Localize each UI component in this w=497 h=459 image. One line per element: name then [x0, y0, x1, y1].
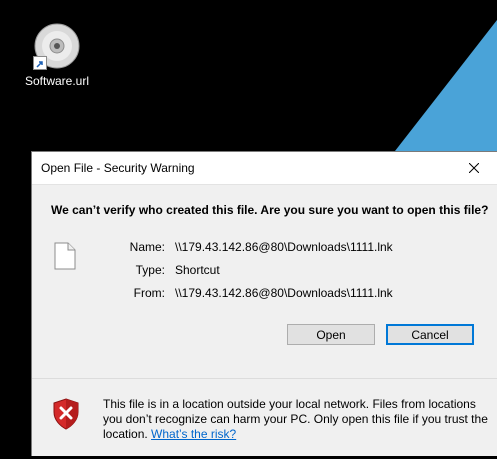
warning-message: This file is in a location outside your … — [103, 397, 488, 442]
desktop-icon-label: Software.url — [24, 74, 90, 88]
from-label: From: — [133, 286, 165, 300]
dialog-question: We can’t verify who created this file. A… — [51, 203, 489, 217]
file-icon — [54, 242, 76, 275]
open-button[interactable]: Open — [287, 324, 375, 345]
type-value: Shortcut — [175, 263, 220, 277]
warning-footer: This file is in a location outside your … — [32, 378, 497, 459]
shield-warning-icon — [52, 398, 80, 435]
name-value: \\179.43.142.86@80\Downloads\1111.lnk — [175, 240, 393, 254]
type-label: Type: — [135, 263, 165, 277]
disc-icon — [33, 22, 81, 70]
security-warning-dialog: Open File - Security Warning We can’t ve… — [31, 151, 497, 456]
cancel-button[interactable]: Cancel — [386, 324, 474, 345]
dialog-titlebar[interactable]: Open File - Security Warning — [32, 152, 497, 185]
close-icon — [469, 163, 479, 173]
whats-the-risk-link[interactable]: What’s the risk? — [151, 427, 236, 441]
dialog-title: Open File - Security Warning — [41, 161, 195, 175]
name-label: Name: — [129, 240, 165, 254]
shortcut-arrow-icon — [33, 56, 47, 70]
from-value: \\179.43.142.86@80\Downloads\1111.lnk — [175, 286, 393, 300]
desktop-shortcut-software-url[interactable]: Software.url — [22, 22, 92, 88]
close-button[interactable] — [451, 152, 497, 184]
